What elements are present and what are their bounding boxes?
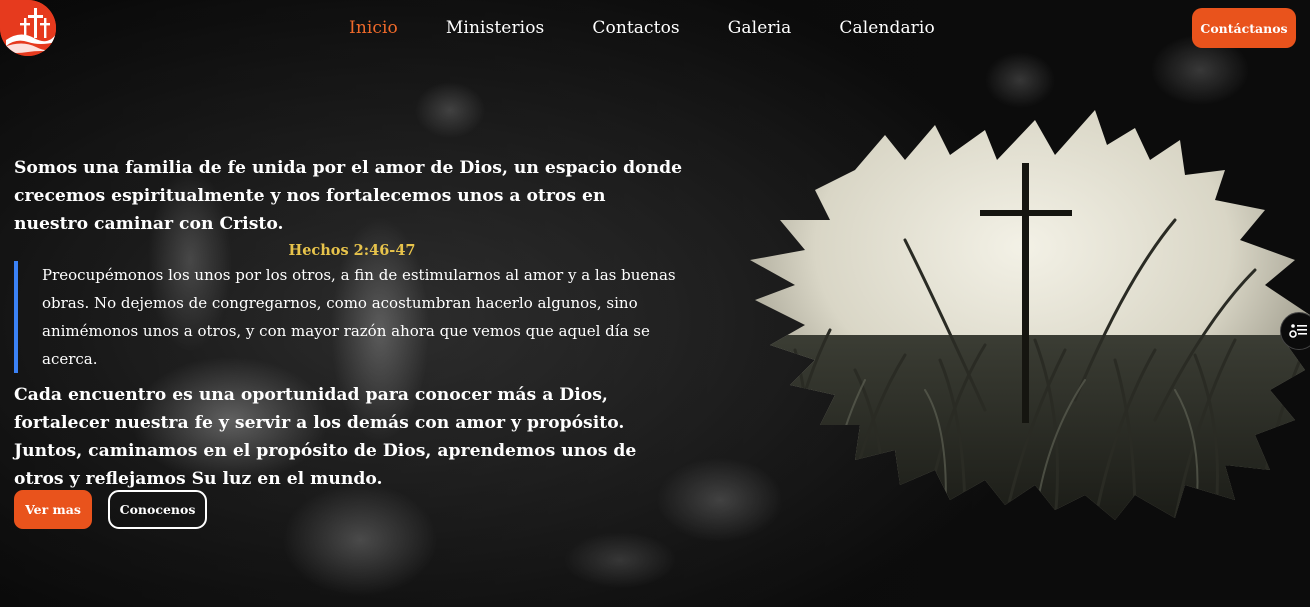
nav-item-calendario[interactable]: Calendario xyxy=(839,18,934,38)
church-logo[interactable] xyxy=(0,0,56,56)
nav-item-ministerios[interactable]: Ministerios xyxy=(446,18,544,38)
contact-us-button[interactable]: Contáctanos xyxy=(1192,8,1296,48)
hero-content: Somos una familia de fe unida por el amo… xyxy=(14,154,684,493)
hero-closing-text: Cada encuentro es una oportunidad para c… xyxy=(14,385,637,489)
nav-item-inicio[interactable]: Inicio xyxy=(349,18,398,38)
accessibility-settings-button[interactable] xyxy=(1280,312,1310,350)
church-crosses-logo-icon xyxy=(0,0,56,56)
hero-intro-text: Somos una familia de fe unida por el amo… xyxy=(14,158,683,234)
verse-quote: Preocupémonos los unos por los otros, a … xyxy=(14,261,684,373)
hero-actions: Ver mas Conocenos xyxy=(14,490,207,529)
nav-item-galeria[interactable]: Galeria xyxy=(728,18,792,38)
accessibility-settings-icon xyxy=(1289,324,1307,338)
see-more-button[interactable]: Ver mas xyxy=(14,490,92,529)
verse-reference: Hechos 2:46-47 xyxy=(288,242,416,259)
nav-item-contactos[interactable]: Contactos xyxy=(592,18,679,38)
cross-in-field-image xyxy=(735,100,1310,520)
main-navigation: Inicio Ministerios Contactos Galeria Cal… xyxy=(349,18,935,38)
about-us-button[interactable]: Conocenos xyxy=(108,490,207,529)
cross-image-graphic xyxy=(750,110,1310,520)
